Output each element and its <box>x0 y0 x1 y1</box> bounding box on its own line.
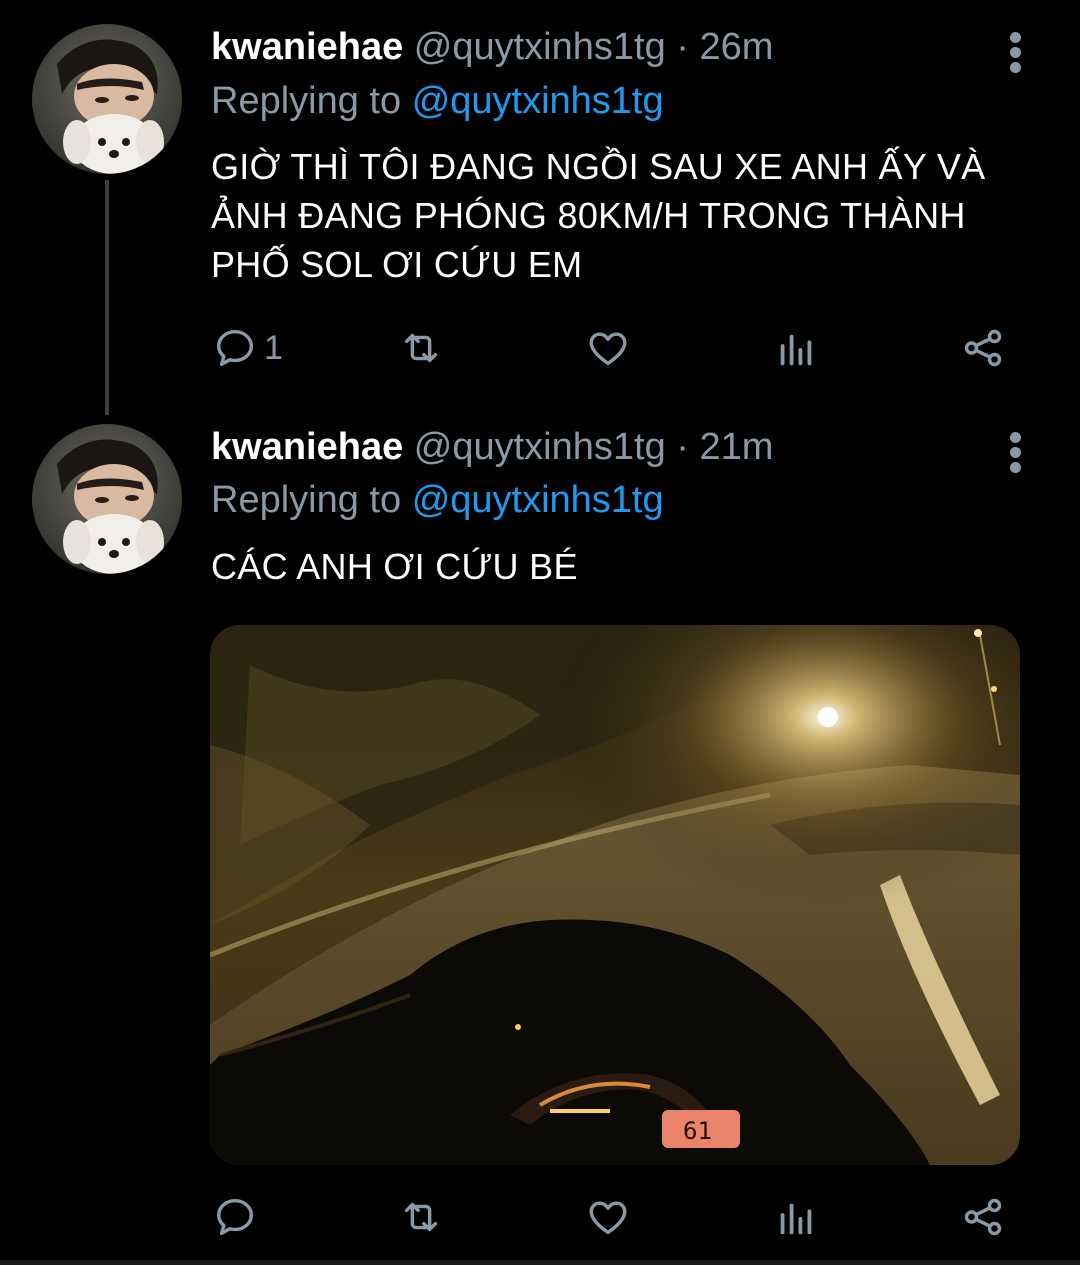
replying-handle-link[interactable]: @quytxinhs1tg <box>412 479 664 521</box>
share-icon <box>964 329 1002 367</box>
night-motorcycle-photo: 61 <box>210 625 1020 1165</box>
avatar-image <box>32 24 182 174</box>
like-icon <box>589 1201 627 1235</box>
display-name[interactable]: kwaniehae <box>211 26 403 68</box>
separator-dot: · <box>676 26 689 68</box>
replying-handle-link[interactable]: @quytxinhs1tg <box>412 80 664 122</box>
avatar[interactable] <box>32 24 182 174</box>
more-options-icon[interactable] <box>1004 28 1028 76</box>
analytics-button[interactable] <box>773 318 819 378</box>
timestamp[interactable]: 26m <box>700 26 774 68</box>
share-button[interactable] <box>960 318 1006 378</box>
retweet-icon <box>404 1202 438 1232</box>
tweet-text: CÁC ANH ƠI CỨU BÉ <box>211 546 578 587</box>
share-button[interactable] <box>960 1187 1006 1247</box>
user-handle[interactable]: @quytxinhs1tg <box>414 426 666 468</box>
more-options-icon[interactable] <box>1004 428 1028 476</box>
timestamp[interactable]: 21m <box>700 426 774 468</box>
analytics-icon <box>780 334 812 366</box>
tweet-header: kwaniehae @quytxinhs1tg · 26m <box>211 24 773 70</box>
avatar-image <box>32 424 182 574</box>
retweet-button[interactable] <box>398 318 444 378</box>
thread-connector <box>105 180 109 415</box>
replying-to: Replying to @quytxinhs1tg <box>211 78 664 124</box>
divider <box>0 1260 1080 1265</box>
reply-count: 1 <box>264 328 283 367</box>
like-icon <box>589 332 627 366</box>
replying-label: Replying to <box>211 479 402 521</box>
action-bar: 1 <box>0 318 1080 378</box>
separator-dot: · <box>676 426 689 468</box>
reply-button[interactable] <box>212 1187 264 1247</box>
retweet-button[interactable] <box>398 1187 444 1247</box>
replying-label: Replying to <box>211 80 402 122</box>
analytics-icon <box>780 1203 812 1235</box>
action-bar <box>0 1187 1080 1247</box>
speedometer-readout: 61 <box>683 1117 712 1145</box>
tweet-text: GIỜ THÌ TÔI ĐANG NGỒI SAU XE ANH ẤY VÀ Ả… <box>211 146 986 285</box>
like-button[interactable] <box>585 1187 631 1247</box>
share-icon <box>964 1198 1002 1236</box>
reply-icon <box>216 329 254 367</box>
retweet-icon <box>404 333 438 363</box>
display-name[interactable]: kwaniehae <box>211 426 403 468</box>
like-button[interactable] <box>585 318 631 378</box>
tweet-header: kwaniehae @quytxinhs1tg · 21m <box>211 424 773 470</box>
reply-button[interactable]: 1 <box>212 318 283 378</box>
tweet-media-photo[interactable]: 61 <box>210 625 1020 1165</box>
analytics-button[interactable] <box>773 1187 819 1247</box>
reply-icon <box>216 1198 254 1236</box>
user-handle[interactable]: @quytxinhs1tg <box>414 26 666 68</box>
replying-to: Replying to @quytxinhs1tg <box>211 477 664 523</box>
avatar[interactable] <box>32 424 182 574</box>
